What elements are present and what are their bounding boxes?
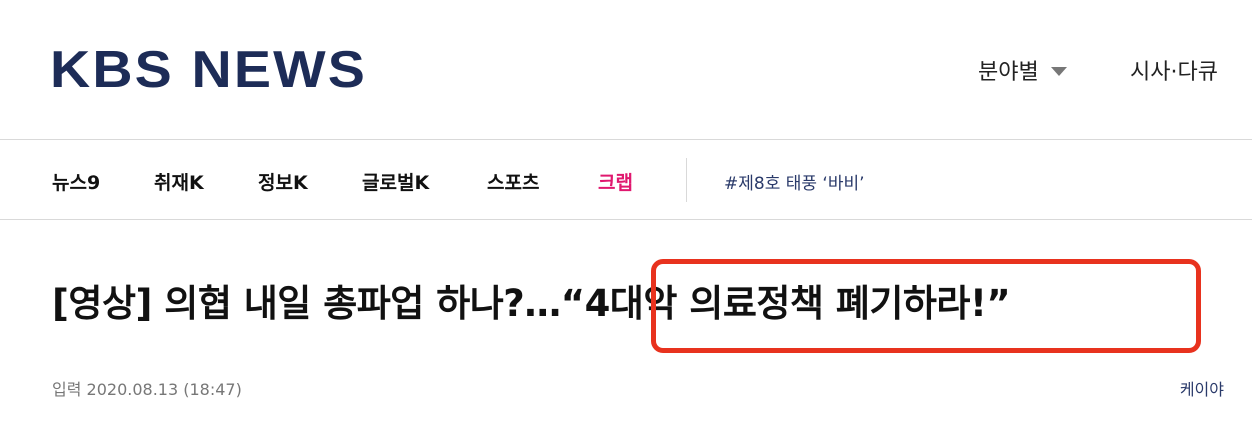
nav-divider [686, 158, 687, 202]
kbs-news-logo[interactable]: KBS NEWS [50, 40, 367, 100]
headline-quote: “4대악 의료정책 폐기하라!” [560, 282, 1011, 325]
nav-item-news9[interactable]: 뉴스9 [52, 166, 100, 196]
documentary-menu[interactable]: 시사·다큐 [1130, 50, 1218, 90]
documentary-menu-label: 시사·다큐 [1130, 60, 1218, 85]
nav-item-sports[interactable]: 스포츠 [487, 166, 539, 196]
site-header: KBS NEWS 분야별 시사·다큐 [0, 0, 1252, 140]
nav-item-crab[interactable]: 크랩 [598, 166, 633, 196]
category-menu[interactable]: 분야별 [978, 50, 1067, 90]
caret-down-icon [1050, 67, 1067, 76]
headline-prefix: [영상] 의협 내일 총파업 하나?… [52, 282, 561, 325]
main-nav: 뉴스9 취재K 정보K 글로벌K 스포츠 크랩 #제8호 태풍 ‘바비’ [0, 140, 1252, 220]
page: KBS NEWS 분야별 시사·다큐 뉴스9 취재K 정보K 글로벌K 스포츠 … [0, 0, 1252, 424]
nav-item-global-k[interactable]: 글로벌K [362, 166, 429, 196]
article-date: 입력 2020.08.13 (18:47) [52, 380, 242, 399]
nav-item-chwijae-k[interactable]: 취재K [154, 166, 204, 196]
nav-hashtag-typhoon[interactable]: #제8호 태풍 ‘바비’ [724, 166, 865, 196]
article-author[interactable]: 케이야 [1180, 376, 1224, 400]
nav-item-jeongbo-k[interactable]: 정보K [258, 166, 308, 196]
article-headline: [영상] 의협 내일 총파업 하나?… “4대악 의료정책 폐기하라!” [52, 260, 1011, 340]
category-menu-label: 분야별 [978, 60, 1039, 85]
